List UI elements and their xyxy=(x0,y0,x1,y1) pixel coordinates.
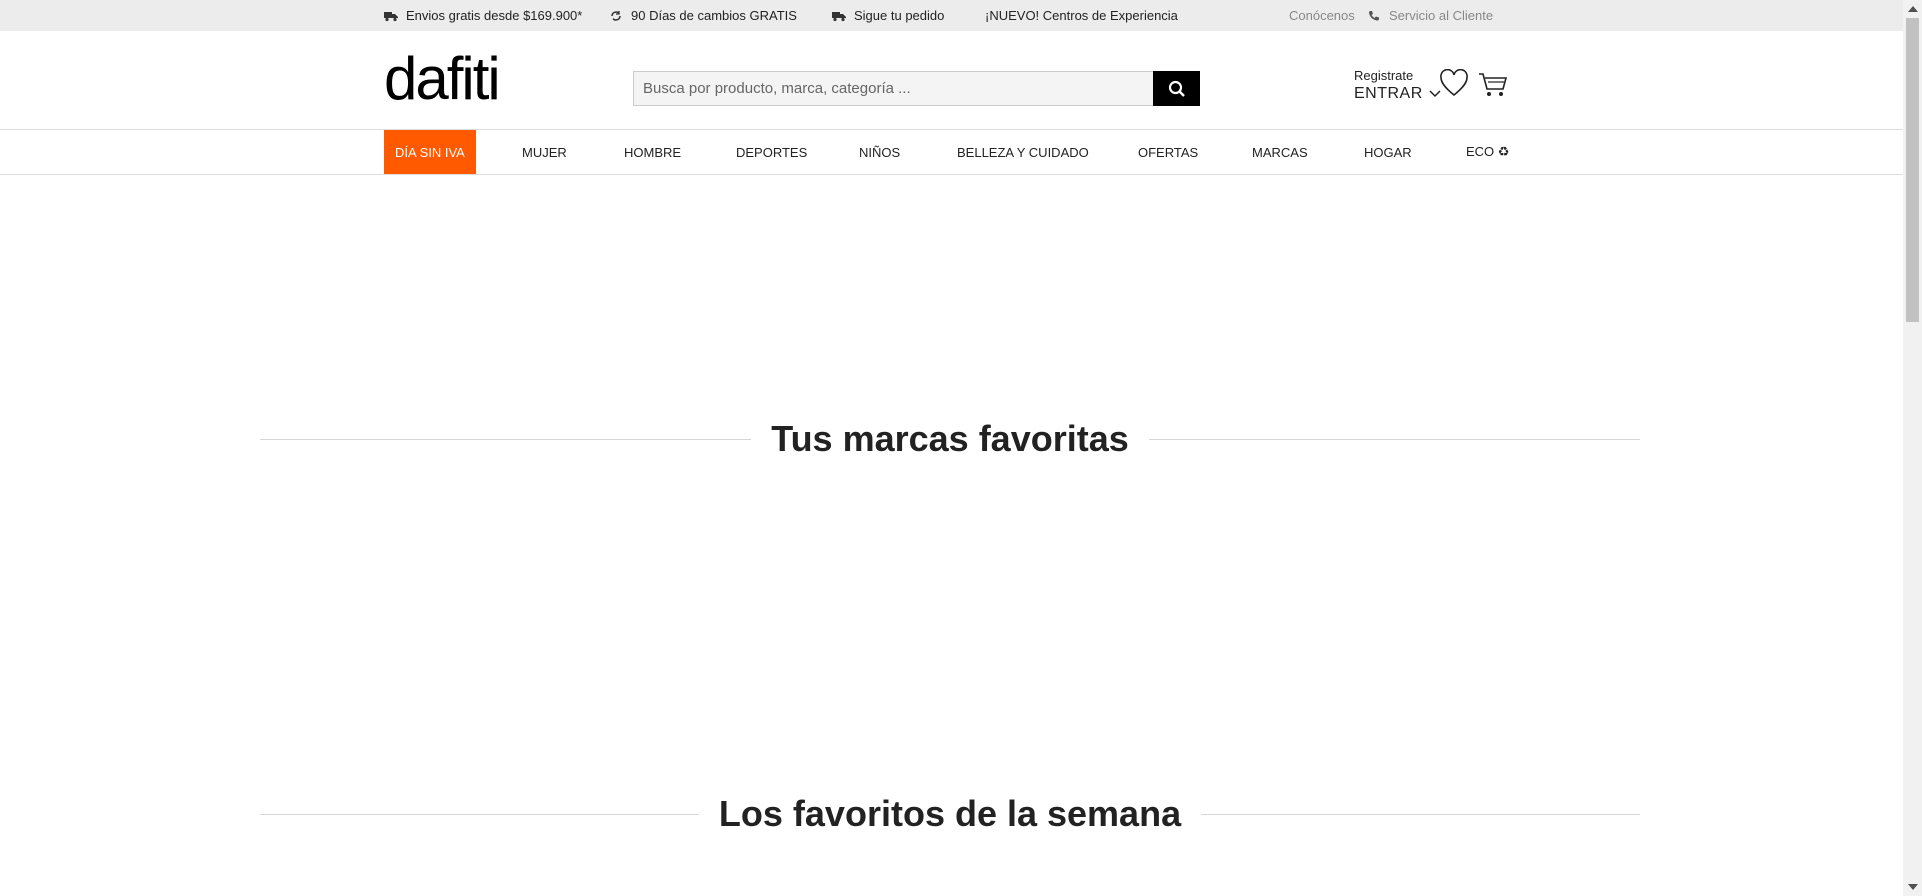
refresh-icon xyxy=(611,10,621,21)
nav-marcas[interactable]: MARCAS xyxy=(1252,130,1308,174)
nav-hombre[interactable]: HOMBRE xyxy=(624,130,681,174)
page-scrollbar[interactable] xyxy=(1903,0,1922,896)
wishlist-button[interactable] xyxy=(1439,68,1469,102)
divider xyxy=(1148,438,1641,440)
experience-text: ¡NUEVO! Centros de Experiencia xyxy=(985,8,1178,23)
nav-dia-sin-iva[interactable]: DÍA SIN IVA xyxy=(384,130,476,174)
support-link[interactable]: Servicio al Cliente xyxy=(1367,8,1493,23)
experience-link[interactable]: ¡NUEVO! Centros de Experiencia xyxy=(985,8,1178,23)
nav-deportes[interactable]: DEPORTES xyxy=(736,130,807,174)
about-text: Conócenos xyxy=(1289,8,1355,23)
divider xyxy=(260,438,752,440)
dafiti-logo[interactable]: dafiti xyxy=(384,49,501,109)
shipping-text: Envios gratis desde $169.900* xyxy=(406,8,583,23)
returns-link[interactable]: 90 Días de cambios GRATIS xyxy=(609,8,797,23)
divider xyxy=(260,813,699,815)
shipping-link[interactable]: Envios gratis desde $169.900* xyxy=(384,8,582,23)
cart-icon xyxy=(1479,73,1508,96)
returns-text: 90 Días de cambios GRATIS xyxy=(631,8,797,23)
tracking-text: Sigue tu pedido xyxy=(854,8,945,23)
scroll-down-icon[interactable] xyxy=(1908,884,1918,890)
divider xyxy=(1201,813,1641,815)
register-link[interactable]: Registrate xyxy=(1354,68,1441,83)
nav-belleza-y-cuidado[interactable]: BELLEZA Y CUIDADO xyxy=(957,130,1089,174)
top-info-bar: Envios gratis desde $169.900* 90 Días de… xyxy=(0,0,1903,31)
search-icon xyxy=(1168,80,1185,97)
heart-icon xyxy=(1440,68,1468,97)
nav-eco[interactable]: ECO ♻ xyxy=(1466,130,1509,174)
about-link[interactable]: Conócenos xyxy=(1289,8,1355,23)
truck-icon xyxy=(832,11,846,21)
weekly-favorites-heading: Los favoritos de la semana xyxy=(260,793,1641,835)
favorite-brands-heading: Tus marcas favoritas xyxy=(260,418,1641,460)
search-bar xyxy=(633,71,1200,106)
login-dropdown[interactable]: ENTRAR xyxy=(1354,85,1441,103)
scroll-up-icon[interactable] xyxy=(1908,6,1918,12)
account-menu[interactable]: Registrate ENTRAR xyxy=(1354,68,1441,103)
nav-mujer[interactable]: MUJER xyxy=(522,130,567,174)
support-text: Servicio al Cliente xyxy=(1389,8,1494,23)
truck-icon xyxy=(384,11,398,21)
nav-hogar[interactable]: HOGAR xyxy=(1364,130,1412,174)
section-title: Los favoritos de la semana xyxy=(718,793,1182,834)
tracking-link[interactable]: Sigue tu pedido xyxy=(832,8,944,23)
scroll-thumb[interactable] xyxy=(1906,18,1919,322)
search-button[interactable] xyxy=(1153,71,1200,106)
nav-ofertas[interactable]: OFERTAS xyxy=(1138,130,1198,174)
login-label: ENTRAR xyxy=(1354,85,1423,102)
main-navigation: DÍA SIN IVA MUJER HOMBRE DEPORTES NIÑOS … xyxy=(0,130,1903,175)
section-title: Tus marcas favoritas xyxy=(771,418,1129,459)
cart-button[interactable] xyxy=(1478,71,1508,104)
nav-ninos[interactable]: NIÑOS xyxy=(859,130,900,174)
search-input[interactable] xyxy=(633,71,1153,106)
site-header: dafiti Registrate ENTRAR xyxy=(0,31,1903,130)
phone-icon xyxy=(1369,10,1379,20)
